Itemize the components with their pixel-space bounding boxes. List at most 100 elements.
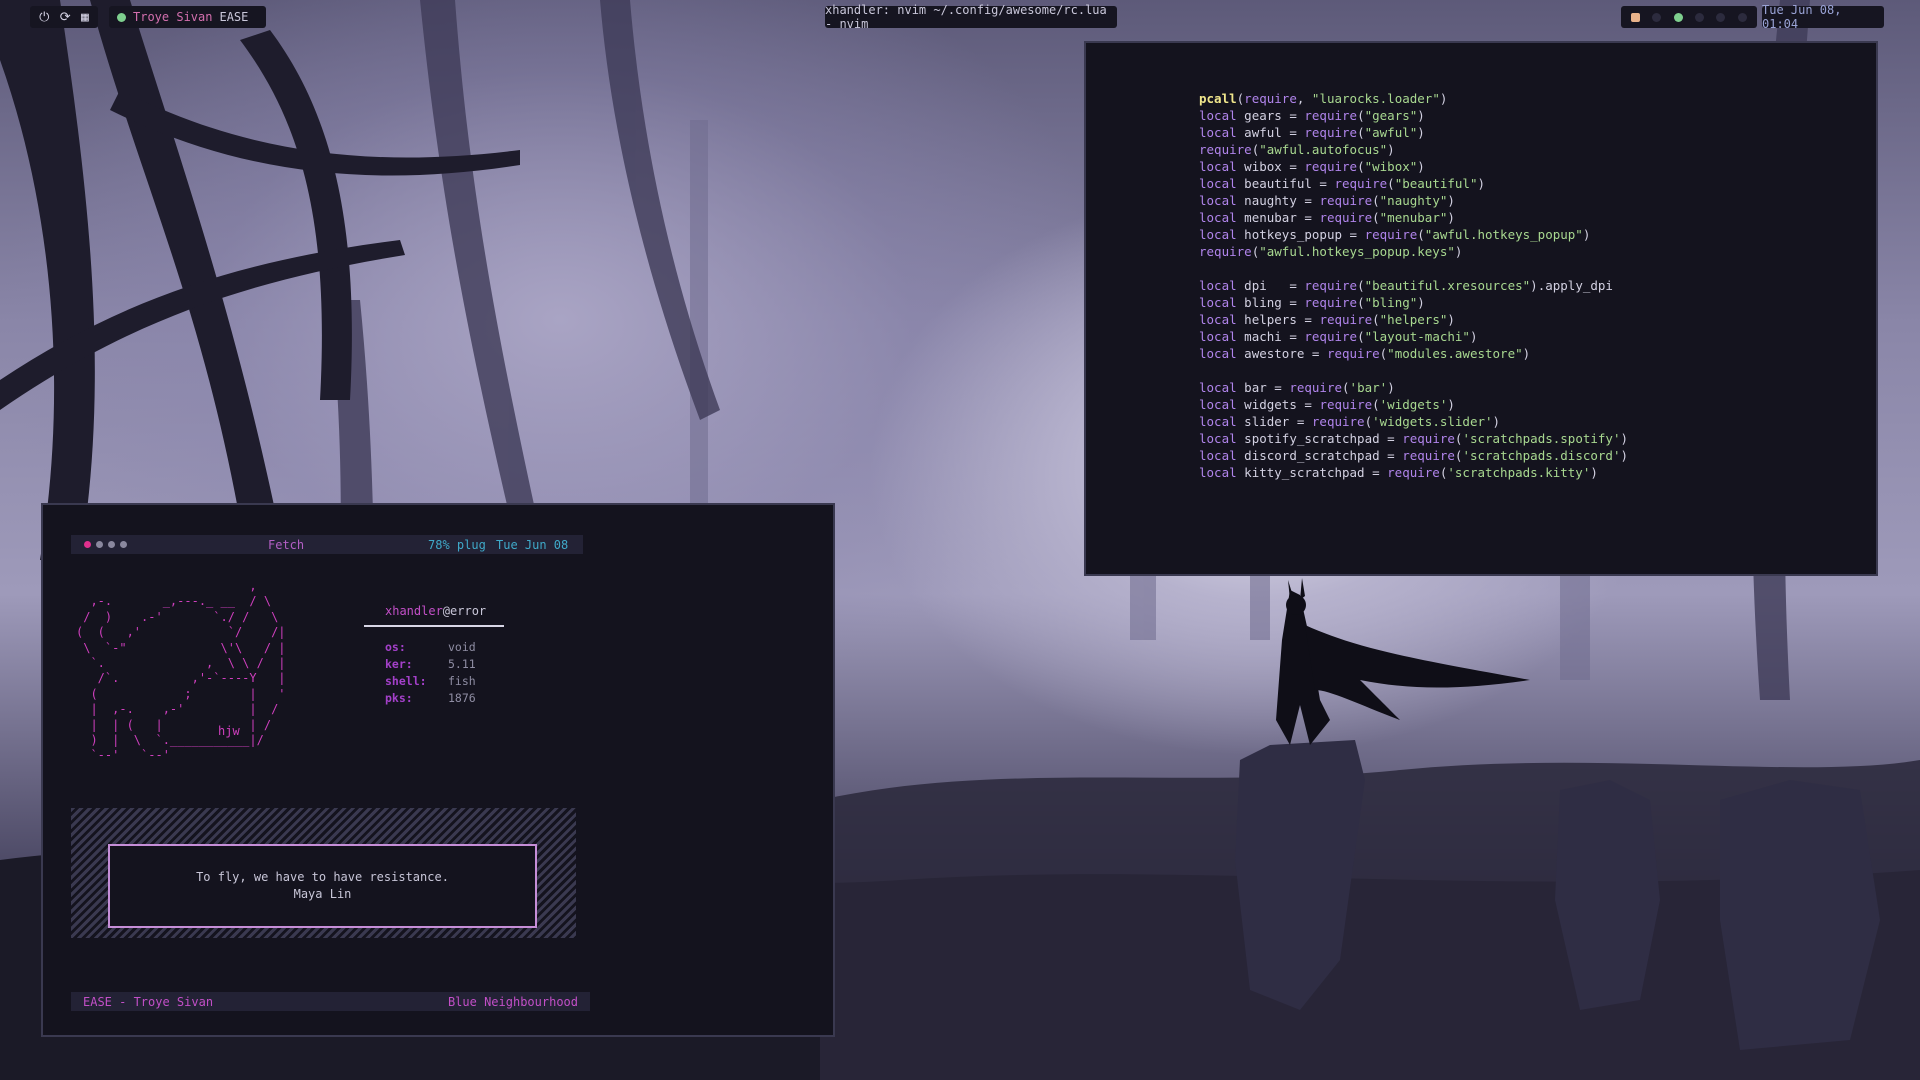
code-token: require [1304,125,1358,140]
code-token: hotkeys_popup = [1236,227,1365,242]
code-token: ) [1417,159,1425,174]
code-line[interactable]: local widgets = require('widgets') [1199,396,1628,413]
code-token: ) [1590,465,1598,480]
dot-icon[interactable] [120,541,127,548]
code-token: ( [1387,176,1395,191]
clock: Tue Jun 08, 01:04 [1762,3,1884,31]
code-line[interactable]: local menubar = require("menubar") [1199,209,1628,226]
window-title: xhandler: nvim ~/.config/awesome/rc.lua … [825,3,1117,31]
info-key: os: [385,640,406,654]
nvim-window[interactable]: pcall(require, "luarocks.loader") local g… [1084,41,1878,576]
code-token: local [1199,227,1237,242]
code-line[interactable]: local hotkeys_popup = require("awful.hot… [1199,226,1628,243]
code-line[interactable]: local bling = require("bling") [1199,294,1628,311]
system-tray [1621,6,1757,28]
code-line[interactable]: local naughty = require("naughty") [1199,192,1628,209]
close-icon[interactable] [84,541,91,548]
code-token: local [1199,108,1237,123]
info-key: ker: [385,657,413,671]
dot-icon[interactable] [96,541,103,548]
code-token: ) [1492,414,1501,429]
code-line[interactable] [1199,362,1628,379]
code-line[interactable]: local kitty_scratchpad = require('scratc… [1199,464,1628,481]
code-token: require [1319,210,1373,225]
code-line[interactable]: local discord_scratchpad = require('scra… [1199,447,1628,464]
code-line[interactable]: local gears = require("gears") [1199,107,1628,124]
code-token: ( [1357,278,1365,293]
code-token: slider = [1236,414,1312,429]
hostname: @error [442,604,487,618]
code-token: "gears" [1364,108,1418,123]
layout-icon[interactable]: ▦ [81,10,89,25]
code-token: ) [1417,108,1425,123]
code-token: require [1319,193,1373,208]
code-line[interactable]: local machi = require("layout-machi") [1199,328,1628,345]
dot-icon[interactable] [1716,12,1726,22]
info-row: os: void [385,639,476,656]
dot-icon[interactable] [108,541,115,548]
code-token: ) [1620,431,1629,446]
code-token: require [1319,312,1373,327]
code-line[interactable]: local wibox = require("wibox") [1199,158,1628,175]
code-token: ) [1620,448,1629,463]
code-token: require [1199,142,1252,157]
code-token: ) [1447,312,1455,327]
dot-icon[interactable] [1652,12,1662,22]
code-line[interactable]: local slider = require('widgets.slider') [1199,413,1628,430]
code-token: local [1199,193,1237,208]
code-token: ( [1372,397,1380,412]
code-token: 'widgets.slider' [1372,414,1493,429]
fetch-tab-label: Fetch [268,537,305,552]
ghost-icon[interactable] [1631,12,1641,22]
music-artist: Troye Sivan [133,10,213,24]
code-token: local [1199,278,1237,293]
code-line[interactable]: local bar = require('bar') [1199,379,1628,396]
code-token: "awful" [1364,125,1418,140]
dot-icon[interactable] [1695,12,1705,22]
divider [364,625,504,627]
now-playing-track: EASE - Troye Sivan [83,994,214,1009]
info-value: void [448,640,476,654]
code-line[interactable]: require("awful.hotkeys_popup.keys") [1199,243,1628,260]
code-token: , [1296,91,1312,106]
code-token: ).apply_dpi [1530,278,1613,293]
code-token: "helpers" [1379,312,1448,327]
info-row: pks: 1876 [385,690,476,707]
fetch-window[interactable]: Fetch 78% plug Tue Jun 08 , ,-. _,---._ … [41,503,835,1037]
code-token: wibox = [1236,159,1305,174]
code-line[interactable]: local dpi = require("beautiful.xresource… [1199,277,1628,294]
code-editor[interactable]: pcall(require, "luarocks.loader") local g… [1199,90,1628,481]
code-line[interactable]: pcall(require, "luarocks.loader") [1199,90,1628,107]
code-token: ( [1342,380,1350,395]
code-line[interactable]: local helpers = require("helpers") [1199,311,1628,328]
music-widget[interactable]: Troye Sivan EASE [109,6,266,28]
code-token: require [1304,159,1358,174]
code-token: kitty_scratchpad = [1236,465,1388,480]
code-token: require [1326,346,1380,361]
code-token: "beautiful.xresources" [1364,278,1531,293]
code-line[interactable]: local beautiful = require("beautiful") [1199,175,1628,192]
code-line[interactable] [1199,260,1628,277]
code-line[interactable]: local spotify_scratchpad = require('scra… [1199,430,1628,447]
code-token: pcall [1199,91,1237,106]
dot-icon[interactable] [1737,12,1747,22]
quote-text: To fly, we have to have resistance. [196,870,449,884]
code-token: 'scratchpads.kitty' [1447,465,1591,480]
battery-status: 78% plug [428,537,486,552]
power-icon[interactable]: ⏻ [39,10,49,25]
ascii-cat-art: , ,-. _,---._ __ / \ / ) .-' `./ / \ ( (… [76,579,286,763]
code-line[interactable]: require("awful.autofocus") [1199,141,1628,158]
info-row: ker: 5.11 [385,656,476,673]
code-token: ( [1357,125,1365,140]
code-token: local [1199,176,1237,191]
spotify-icon[interactable] [1673,12,1683,22]
code-token: naughty = [1236,193,1320,208]
code-token: require [1289,380,1343,395]
code-line[interactable]: local awestore = require("modules.awesto… [1199,345,1628,362]
quote-author: Maya Lin [293,887,352,901]
code-line[interactable]: local awful = require("awful") [1199,124,1628,141]
reload-icon[interactable]: ⟳ [60,10,71,25]
code-token: 'bar' [1349,380,1388,395]
user-host: xhandler@error [385,604,486,618]
code-token: "luarocks.loader" [1311,91,1440,106]
